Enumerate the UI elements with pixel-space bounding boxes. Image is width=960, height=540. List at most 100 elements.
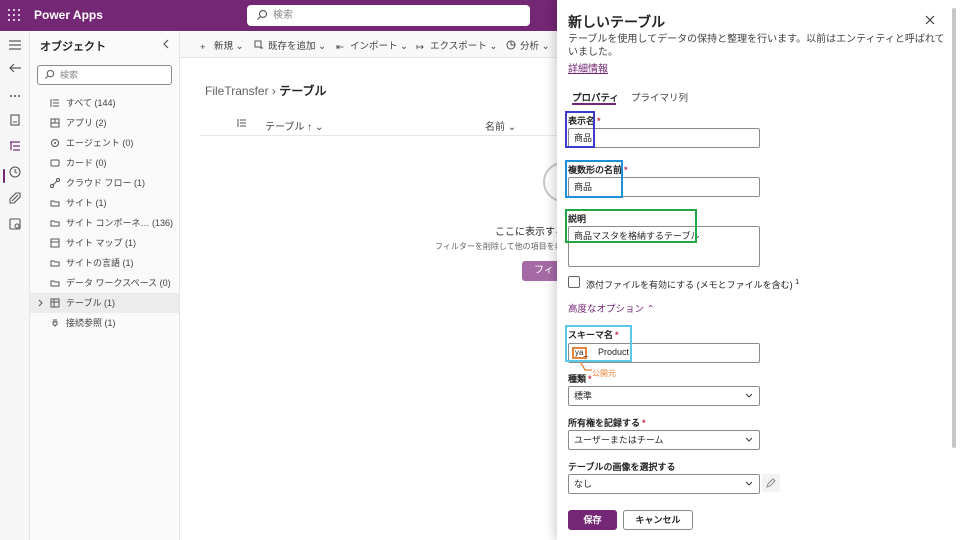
new-button[interactable]: + 新規 ⌄ — [200, 38, 244, 53]
add-existing-label: 既存を追加 — [268, 41, 316, 52]
import-icon: ⇤ — [336, 42, 344, 53]
type-select[interactable]: 標準 — [568, 386, 760, 406]
ownership-label-text: 所有権を記録する — [568, 418, 641, 428]
schema-name-input[interactable] — [568, 343, 760, 363]
object-item-label: データ ワークスペース (0) — [66, 278, 171, 288]
advanced-options-label: 高度なオプション — [568, 304, 645, 315]
rocket-icon[interactable] — [8, 191, 22, 205]
attachments-checkbox[interactable] — [568, 276, 580, 288]
column-header-name-label: 名前 — [485, 122, 505, 133]
column-header-name[interactable]: 名前 ⌄ — [485, 118, 516, 133]
schema-name-value: Product — [598, 347, 630, 357]
object-item-site-languages[interactable]: サイトの言語 (1) — [30, 253, 179, 273]
object-item-cards[interactable]: カード (0) — [30, 153, 179, 173]
more-icon[interactable] — [8, 89, 22, 103]
schema-name-label: スキーマ名 * — [568, 328, 619, 341]
panel-title: 新しいテーブル — [568, 14, 666, 30]
export-button[interactable]: ↦ エクスポート ⌄ — [416, 38, 497, 53]
import-button[interactable]: ⇤ インポート ⌄ — [336, 38, 408, 53]
sitemap-icon — [50, 238, 60, 248]
object-item-label: カード (0) — [66, 158, 107, 168]
clear-filter-button[interactable]: フィル — [522, 261, 562, 281]
object-item-label: サイト (1) — [66, 198, 107, 208]
attachments-label-text: 添付ファイルを有効にする (メモとファイルを含む) — [586, 280, 793, 290]
close-icon[interactable] — [925, 15, 935, 25]
column-header-table[interactable]: テーブル ↑ ⌄ — [265, 118, 323, 133]
objects-title: オブジェクト — [40, 41, 106, 53]
panel-description: テーブルを使用してデータの保持と整理を行います。以前はエンティティと呼ばれていま… — [568, 34, 945, 58]
agent-icon — [51, 139, 59, 147]
app-title[interactable]: Power Apps — [34, 8, 103, 22]
page-icon[interactable] — [8, 113, 22, 127]
object-item-label: エージェント (0) — [66, 138, 134, 148]
add-existing-button[interactable]: 既存を追加 ⌄ — [254, 38, 326, 52]
object-item-site-map[interactable]: サイト マップ (1) — [30, 233, 179, 253]
required-marker: * — [624, 165, 628, 175]
object-item-label: サイト コンポーネ… (136) — [66, 218, 174, 228]
description-label: 説明 — [568, 214, 587, 224]
advanced-options-toggle[interactable]: 高度なオプション ⌃ — [568, 301, 655, 315]
tab-primary-column[interactable]: プライマリ列 — [631, 90, 688, 104]
active-indicator — [3, 169, 5, 183]
objects-search-input[interactable]: 検索 — [37, 65, 172, 85]
learn-more-link[interactable]: 詳細情報 — [568, 60, 608, 75]
object-item-label: 接続参照 (1) — [66, 318, 116, 328]
cancel-button[interactable]: キャンセル — [623, 510, 693, 530]
plural-name-input[interactable]: 商品 — [568, 177, 760, 197]
global-search-input[interactable]: 検索 — [247, 5, 530, 26]
panel-scrollbar[interactable] — [952, 8, 956, 533]
object-item-label: テーブル (1) — [66, 298, 115, 308]
analyze-icon — [506, 40, 516, 50]
tree-view-icon[interactable] — [8, 139, 22, 153]
list-options-icon[interactable] — [237, 118, 247, 128]
required-marker: * — [588, 374, 592, 384]
hamburger-menu-icon[interactable] — [8, 38, 22, 52]
description-textarea[interactable]: 商品マスタを格納するテーブル — [568, 226, 760, 267]
publisher-prefix: ya_ — [572, 347, 588, 359]
edit-image-button[interactable] — [762, 474, 780, 492]
settings-card-icon[interactable] — [8, 217, 22, 231]
object-item-label: サイトの言語 (1) — [66, 258, 134, 268]
history-icon[interactable] — [8, 165, 22, 179]
object-item-apps[interactable]: アプリ (2) — [30, 113, 179, 133]
object-item-tables[interactable]: テーブル (1) — [30, 293, 179, 313]
object-item-site-components[interactable]: サイト コンポーネ… (136) — [30, 213, 179, 233]
export-icon: ↦ — [416, 42, 424, 53]
object-item-all[interactable]: すべて (144) — [30, 93, 179, 113]
collapse-chevron-icon[interactable] — [160, 38, 172, 50]
empty-state-title: ここに表示する — [495, 227, 565, 238]
object-item-data-workspaces[interactable]: データ ワークスペース (0) — [30, 273, 179, 293]
object-item-label: すべて (144) — [66, 98, 116, 108]
export-label: エクスポート — [430, 41, 487, 52]
display-name-input[interactable]: 商品 — [568, 128, 760, 148]
object-item-sites[interactable]: サイト (1) — [30, 193, 179, 213]
app-launcher-icon[interactable] — [8, 9, 20, 21]
chevron-right-icon[interactable] — [36, 299, 44, 307]
chevron-down-icon — [745, 437, 753, 442]
attachments-label: 添付ファイルを有効にする (メモとファイルを含む) 1 — [586, 277, 799, 291]
scrollbar-thumb[interactable] — [952, 8, 956, 448]
breadcrumb-parent[interactable]: FileTransfer — [205, 84, 269, 98]
analyze-button[interactable]: 分析 ⌄ — [506, 38, 550, 52]
card-icon — [50, 159, 60, 167]
publisher-note: 公開元 — [592, 369, 616, 378]
display-name-label-text: 表示名 — [568, 116, 596, 126]
plural-name-label: 複数形の名前 * — [568, 163, 628, 176]
app-icon — [50, 118, 60, 128]
new-label: 新規 — [214, 41, 234, 52]
left-rail — [0, 31, 30, 540]
pencil-icon — [766, 478, 776, 488]
back-arrow-icon[interactable] — [8, 61, 22, 75]
column-header-table-label: テーブル ↑ — [265, 122, 313, 133]
breadcrumb: FileTransfer › テーブル — [205, 82, 327, 99]
tab-properties[interactable]: プロパティ — [572, 90, 619, 104]
plural-name-label-text: 複数形の名前 — [568, 165, 623, 175]
chevron-down-icon — [745, 393, 753, 398]
breadcrumb-current: テーブル — [279, 84, 327, 98]
ownership-select[interactable]: ユーザーまたはチーム — [568, 430, 760, 450]
object-item-agents[interactable]: エージェント (0) — [30, 133, 179, 153]
object-item-cloud-flows[interactable]: クラウド フロー (1) — [30, 173, 179, 193]
save-button[interactable]: 保存 — [568, 510, 617, 530]
table-image-select[interactable]: なし — [568, 474, 760, 494]
object-item-connection-references[interactable]: 接続参照 (1) — [30, 313, 179, 333]
